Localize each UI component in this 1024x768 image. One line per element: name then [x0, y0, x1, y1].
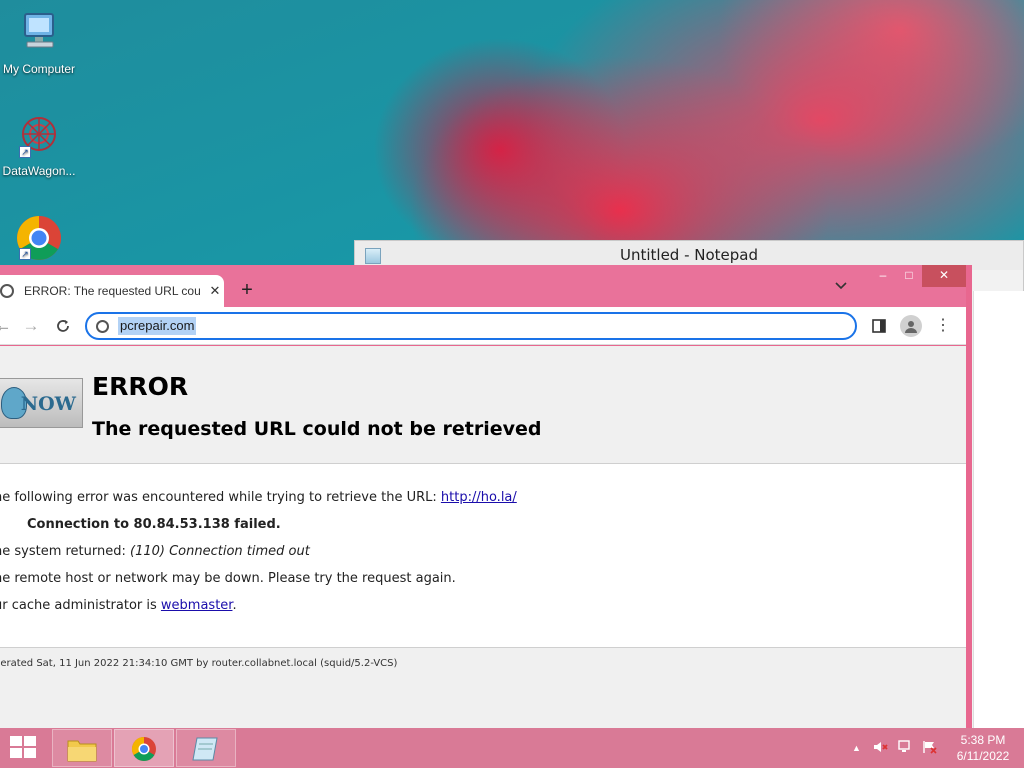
shortcut-arrow-icon: ↗	[19, 248, 31, 260]
tab-strip: ERROR: The requested URL could ✕ + – □ ✕	[0, 265, 966, 307]
back-arrow-icon[interactable]: ←	[0, 315, 14, 337]
clock-date: 6/11/2022	[956, 749, 1010, 763]
notepad-icon	[191, 736, 221, 762]
tab-close-icon[interactable]: ✕	[208, 283, 222, 299]
taskbar: ▲ 5:38 PM 6/11/2022	[0, 728, 1024, 768]
shortcut-arrow-icon: ↗	[19, 146, 31, 158]
logo-text: NOW	[20, 393, 76, 415]
tab-search-chevron-icon[interactable]	[835, 281, 847, 293]
system-error-message: (110) Connection timed out	[130, 544, 310, 559]
system-returned-label: he system returned:	[0, 544, 131, 559]
start-windows-icon[interactable]	[10, 736, 38, 760]
desktop-icon-label: DataWagon...	[2, 164, 76, 178]
globe-icon	[0, 284, 14, 298]
new-tab-button[interactable]: +	[236, 279, 258, 301]
page-content: NOW ERROR The requested URL could not be…	[0, 346, 966, 731]
requested-url-link[interactable]: http://ho.la/	[441, 490, 517, 505]
side-panel-icon[interactable]	[868, 315, 890, 337]
folder-icon	[67, 736, 97, 762]
admin-suffix: .	[232, 598, 237, 613]
squid-now-logo: NOW	[0, 378, 83, 428]
profile-avatar-icon[interactable]	[900, 315, 922, 337]
notepad-icon	[365, 248, 381, 264]
remote-host-line: he remote host or network may be down. P…	[0, 571, 456, 586]
taskbar-file-explorer[interactable]	[52, 729, 112, 767]
system-returned-line: he system returned: (110) Connection tim…	[0, 544, 310, 559]
chrome-window[interactable]: ERROR: The requested URL could ✕ + – □ ✕…	[0, 265, 972, 733]
webmaster-link[interactable]: webmaster	[161, 598, 233, 613]
system-clock[interactable]: 5:38 PM 6/11/2022	[948, 732, 1018, 764]
browser-toolbar: ← → pcrepair.com ⋮	[0, 307, 966, 345]
close-window-button[interactable]: ✕	[922, 265, 966, 287]
reload-icon[interactable]	[52, 315, 74, 337]
menu-kebab-icon[interactable]: ⋮	[932, 315, 954, 337]
tray-overflow-chevron-icon[interactable]: ▲	[852, 743, 861, 753]
error-intro-text: he following error was encountered while…	[0, 490, 441, 505]
generated-footer-text: nerated Sat, 11 Jun 2022 21:34:10 GMT by…	[0, 658, 398, 669]
maximize-button[interactable]: □	[894, 265, 924, 287]
taskbar-notepad[interactable]	[176, 729, 236, 767]
address-bar[interactable]: pcrepair.com	[85, 312, 857, 340]
network-icon[interactable]	[898, 740, 914, 757]
action-center-flag-icon[interactable]	[922, 740, 938, 757]
site-info-icon[interactable]	[96, 320, 109, 333]
desktop-icon-my-computer[interactable]: My Computer	[0, 10, 78, 76]
desktop-icon-label: My Computer	[2, 62, 76, 76]
error-intro-line: he following error was encountered while…	[0, 490, 517, 505]
tab-title: ERROR: The requested URL could	[24, 284, 200, 298]
desktop-icon-chrome[interactable]: ↗	[0, 214, 78, 266]
page-title: ERROR	[92, 372, 189, 401]
error-footer: nerated Sat, 11 Jun 2022 21:34:10 GMT by…	[0, 647, 966, 731]
desktop-icon-datawagon[interactable]: ↗ DataWagon...	[0, 112, 78, 178]
volume-muted-icon[interactable]	[873, 740, 889, 757]
connection-error: Connection to 80.84.53.138 failed.	[27, 517, 281, 532]
admin-label: ur cache administrator is	[0, 598, 161, 613]
tab-error-page[interactable]: ERROR: The requested URL could ✕	[0, 275, 224, 307]
clock-time: 5:38 PM	[960, 733, 1006, 747]
taskbar-chrome[interactable]	[114, 729, 174, 767]
computer-icon	[15, 10, 63, 58]
error-header: NOW ERROR The requested URL could not be…	[0, 346, 966, 464]
address-bar-url[interactable]: pcrepair.com	[118, 317, 197, 335]
admin-line: ur cache administrator is webmaster.	[0, 598, 237, 613]
datawagon-icon: ↗	[15, 112, 63, 160]
chrome-icon	[129, 736, 159, 762]
forward-arrow-icon[interactable]: →	[20, 315, 42, 337]
notepad-text-area[interactable]	[973, 291, 1024, 739]
page-subtitle: The requested URL could not be retrieved	[92, 418, 542, 440]
chrome-icon: ↗	[15, 214, 63, 262]
